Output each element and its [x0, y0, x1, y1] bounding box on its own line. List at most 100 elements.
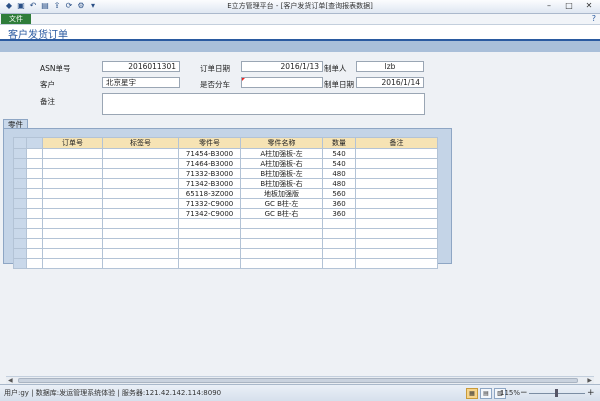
table-cell[interactable] [355, 258, 438, 269]
table-cell[interactable] [240, 248, 323, 259]
table-row[interactable]: 71454-B3000 A柱加强板-左 540 [13, 148, 438, 159]
row-selector[interactable] [13, 218, 27, 229]
table-cell[interactable] [102, 238, 179, 249]
row-id-cell[interactable] [26, 178, 43, 189]
table-row[interactable] [13, 238, 438, 249]
row-selector[interactable] [13, 208, 27, 219]
table-row[interactable] [13, 258, 438, 269]
maximize-button[interactable]: □ [560, 1, 578, 11]
form-view-icon[interactable]: ▦ [466, 388, 478, 399]
table-cell[interactable] [102, 248, 179, 259]
row-selector[interactable] [13, 168, 27, 179]
table-cell[interactable] [42, 178, 103, 189]
table-cell[interactable] [42, 148, 103, 159]
table-cell[interactable] [42, 198, 103, 209]
table-cell[interactable]: B柱加强板-左 [240, 168, 323, 179]
row-selector[interactable] [13, 258, 27, 269]
row-id-cell[interactable] [26, 238, 43, 249]
zoom-out-icon[interactable]: − [520, 385, 528, 401]
table-cell[interactable]: GC B柱-左 [240, 198, 323, 209]
creator-field[interactable]: lzb [356, 61, 424, 72]
table-row[interactable]: 65118-3Z000 地板加强版 560 [13, 188, 438, 199]
table-cell[interactable] [355, 188, 438, 199]
table-cell[interactable] [355, 148, 438, 159]
header-part-name[interactable]: 零件名称 [240, 137, 323, 149]
table-cell[interactable] [42, 158, 103, 169]
table-cell[interactable] [102, 208, 179, 219]
table-cell[interactable] [102, 188, 179, 199]
row-id-cell[interactable] [26, 158, 43, 169]
table-cell[interactable]: 360 [322, 208, 356, 219]
row-id-cell[interactable] [26, 208, 43, 219]
row-selector[interactable] [13, 188, 27, 199]
table-cell[interactable] [355, 178, 438, 189]
minimize-button[interactable]: – [540, 1, 558, 11]
row-selector[interactable] [13, 148, 27, 159]
table-row[interactable] [13, 218, 438, 229]
row-selector-header[interactable] [13, 137, 27, 149]
split-vehicle-field[interactable] [241, 77, 323, 88]
file-tab[interactable]: 文件 [1, 14, 31, 24]
table-cell[interactable] [355, 248, 438, 259]
row-selector[interactable] [13, 248, 27, 259]
row-selector[interactable] [13, 228, 27, 239]
table-cell[interactable]: 地板加强版 [240, 188, 323, 199]
table-cell[interactable] [42, 208, 103, 219]
row-id-cell[interactable] [26, 148, 43, 159]
table-cell[interactable] [355, 198, 438, 209]
header-label-no[interactable]: 标签号 [102, 137, 179, 149]
table-cell[interactable]: 71342-C9000 [178, 208, 241, 219]
row-selector[interactable] [13, 158, 27, 169]
table-cell[interactable] [178, 258, 241, 269]
row-selector[interactable] [13, 198, 27, 209]
table-cell[interactable] [178, 238, 241, 249]
table-cell[interactable] [355, 238, 438, 249]
customer-field[interactable]: 北京星宇 [102, 77, 180, 88]
table-cell[interactable] [102, 258, 179, 269]
remark-field[interactable] [102, 93, 425, 115]
table-cell[interactable]: 71332-C9000 [178, 198, 241, 209]
header-remark[interactable]: 备注 [355, 137, 438, 149]
table-cell[interactable] [178, 218, 241, 229]
table-cell[interactable] [240, 238, 323, 249]
asn-field[interactable]: 2016011301 [102, 61, 180, 72]
table-cell[interactable] [178, 248, 241, 259]
row-selector[interactable] [13, 178, 27, 189]
table-row[interactable]: 71332-B3000 B柱加强板-左 480 [13, 168, 438, 179]
table-row[interactable]: 71464-B3000 A柱加强板-右 540 [13, 158, 438, 169]
table-cell[interactable]: B柱加强板-右 [240, 178, 323, 189]
table-cell[interactable] [240, 218, 323, 229]
table-cell[interactable] [102, 158, 179, 169]
table-cell[interactable]: GC B柱-右 [240, 208, 323, 219]
table-row[interactable]: 71332-C9000 GC B柱-左 360 [13, 198, 438, 209]
header-quantity[interactable]: 数量 [322, 137, 356, 149]
table-cell[interactable] [355, 158, 438, 169]
table-cell[interactable] [102, 148, 179, 159]
table-cell[interactable] [178, 228, 241, 239]
table-cell[interactable] [322, 248, 356, 259]
table-cell[interactable] [240, 228, 323, 239]
table-cell[interactable]: 71332-B3000 [178, 168, 241, 179]
table-cell[interactable]: 71342-B3000 [178, 178, 241, 189]
table-cell[interactable] [42, 168, 103, 179]
table-cell[interactable] [102, 168, 179, 179]
table-cell[interactable] [102, 178, 179, 189]
table-cell[interactable]: 65118-3Z000 [178, 188, 241, 199]
table-row[interactable] [13, 228, 438, 239]
table-cell[interactable] [322, 258, 356, 269]
table-cell[interactable]: 560 [322, 188, 356, 199]
table-cell[interactable]: 71454-B3000 [178, 148, 241, 159]
help-icon[interactable]: ? [592, 14, 596, 24]
table-row[interactable]: 71342-B3000 B柱加强板-右 480 [13, 178, 438, 189]
table-cell[interactable]: 71464-B3000 [178, 158, 241, 169]
table-cell[interactable] [355, 168, 438, 179]
table-cell[interactable] [355, 208, 438, 219]
table-cell[interactable]: 540 [322, 158, 356, 169]
row-selector[interactable] [13, 238, 27, 249]
scrollbar-thumb[interactable] [18, 378, 578, 383]
table-row[interactable]: 71342-C9000 GC B柱-右 360 [13, 208, 438, 219]
table-cell[interactable] [322, 238, 356, 249]
row-id-cell[interactable] [26, 168, 43, 179]
table-cell[interactable] [42, 248, 103, 259]
row-id-cell[interactable] [26, 248, 43, 259]
